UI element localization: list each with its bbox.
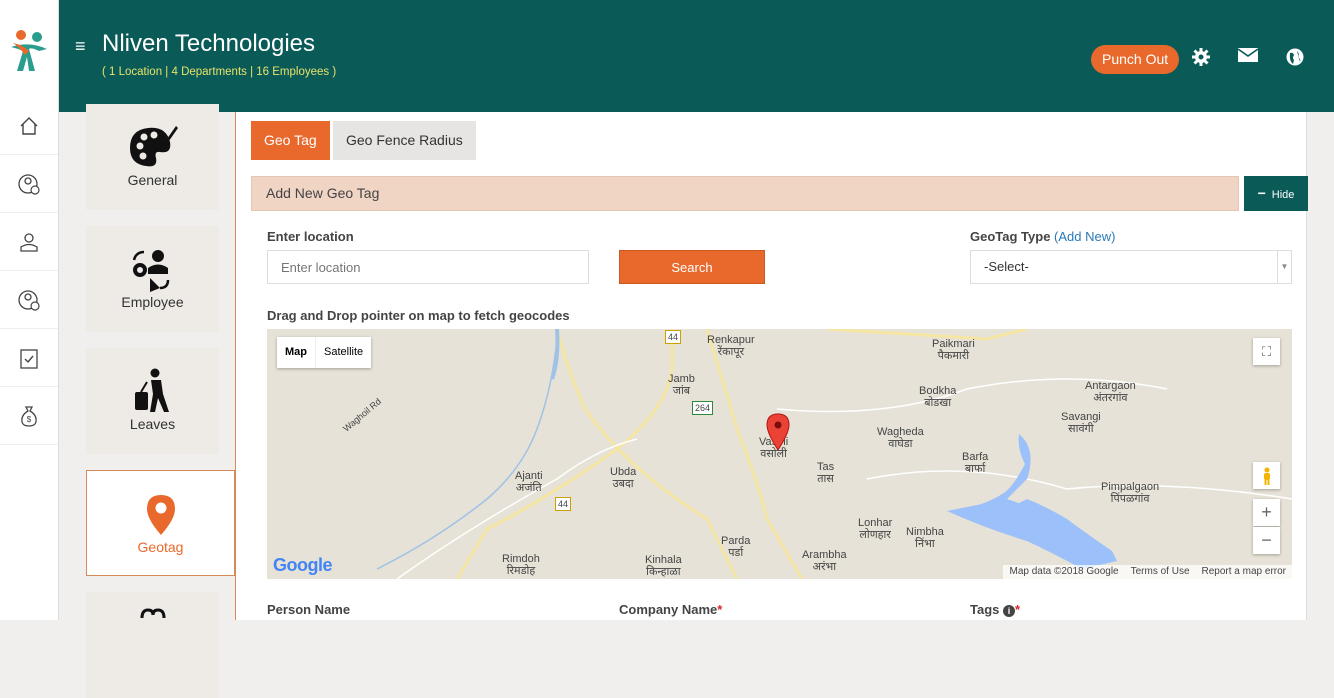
map-marker-pin-icon[interactable] — [766, 413, 790, 456]
geo-tag-panel: Geo Tag Geo Fence Radius Add New Geo Tag… — [235, 112, 1308, 620]
place-label: Ajanti अजंति — [515, 470, 543, 494]
user-clock-icon[interactable] — [0, 271, 58, 329]
location-input[interactable] — [267, 250, 589, 284]
money-bag-icon[interactable]: $ — [0, 387, 58, 445]
minus-icon: − — [1257, 185, 1266, 201]
clipboard-check-icon[interactable] — [0, 329, 58, 387]
geotag-type-select[interactable]: -Select- ▼ — [970, 250, 1292, 284]
employee-settings-icon — [86, 226, 219, 294]
terms-link[interactable]: Terms of Use — [1125, 565, 1196, 579]
hide-label: Hide — [1271, 189, 1295, 201]
fullscreen-icon[interactable]: ⛶ — [1253, 338, 1280, 365]
place-label: Tas तास — [817, 461, 835, 485]
nav-card-partial[interactable] — [86, 592, 219, 698]
drag-hint: Drag and Drop pointer on map to fetch ge… — [267, 308, 570, 323]
heart-icon — [86, 592, 219, 620]
place-label: Savangi सावंगी — [1061, 411, 1101, 435]
place-label: Wagheda वाघेडा — [877, 426, 924, 450]
google-logo: Google — [273, 555, 333, 575]
punch-out-button[interactable]: Punch Out — [1091, 45, 1180, 74]
place-label: Jamb जांब — [668, 373, 695, 397]
highway-shield: 264 — [692, 401, 714, 415]
nav-card-leaves[interactable]: Leaves — [86, 348, 219, 454]
user-check-icon[interactable] — [0, 155, 58, 213]
required-mark: * — [1015, 602, 1021, 617]
place-label: Antargaon अंतरगांव — [1085, 380, 1136, 404]
place-label: Rimdoh रिमडोह — [502, 553, 540, 577]
place-label: Paikmari पैकमारी — [932, 338, 975, 362]
home-icon[interactable] — [0, 97, 58, 155]
required-mark: * — [717, 602, 723, 617]
map-type-satellite-button[interactable]: Satellite — [315, 337, 371, 368]
hamburger-menu-icon[interactable]: ≡ — [75, 36, 86, 57]
map-pin-icon — [87, 471, 234, 539]
company-name-label: Company Name* — [619, 602, 722, 617]
company-summary: ( 1 Location | 4 Departments | 16 Employ… — [102, 66, 337, 78]
location-label: Enter location — [267, 229, 354, 244]
nav-card-label: Geotag — [137, 539, 184, 555]
traveler-icon — [86, 348, 219, 416]
zoom-out-button[interactable]: − — [1253, 527, 1280, 554]
search-button[interactable]: Search — [619, 250, 765, 284]
section-header: Add New Geo Tag — [251, 176, 1239, 211]
place-label: Nimbha निंभा — [906, 526, 944, 550]
geotag-type-label: GeoTag Type (Add New) — [970, 229, 1115, 244]
mail-icon[interactable] — [1237, 47, 1260, 69]
gear-icon[interactable] — [1191, 47, 1213, 69]
place-label: Barfa बार्फा — [962, 451, 989, 475]
app-logo[interactable] — [0, 0, 58, 97]
company-title: Nliven Technologies — [102, 30, 316, 57]
google-map[interactable]: Map Satellite ⛶ + − Renkapur रेंकापूर Pai… — [267, 329, 1292, 579]
nav-card-label: Employee — [121, 294, 184, 310]
icon-rail: $ — [0, 0, 59, 620]
nav-card-label: Leaves — [129, 416, 176, 432]
globe-icon[interactable] — [1285, 47, 1307, 69]
street-view-pegman-icon[interactable] — [1253, 462, 1280, 489]
place-label: Pimpalgaon पिंपळगांव — [1101, 481, 1160, 505]
place-label: Lonhar लोणहार — [858, 517, 893, 541]
palette-icon — [86, 104, 219, 172]
nav-card-geotag[interactable]: Geotag — [86, 470, 235, 576]
add-new-link[interactable]: (Add New) — [1054, 229, 1115, 244]
nav-card-label: General — [127, 172, 178, 188]
place-label: Renkapur रेंकापूर — [707, 334, 755, 358]
map-attribution: Map data ©2018 Google Terms of Use Repor… — [1003, 565, 1292, 579]
tags-text: Tags — [970, 602, 1000, 617]
person-name-label: Person Name — [267, 602, 351, 617]
app-logo-icon — [11, 29, 47, 71]
geotag-type-text: GeoTag Type — [970, 229, 1051, 244]
attribution-text: Map data ©2018 Google — [1009, 566, 1119, 577]
svg-text:$: $ — [27, 415, 32, 424]
settings-nav: General Employee Leaves Geotag — [72, 104, 235, 698]
nav-card-general[interactable]: General — [86, 104, 219, 210]
place-label: Parda पर्डा — [721, 535, 751, 559]
info-icon[interactable]: i — [1003, 605, 1016, 617]
zoom-in-button[interactable]: + — [1253, 499, 1280, 526]
tags-label: Tags i * — [970, 602, 1020, 617]
select-value: -Select- — [984, 259, 1029, 274]
place-label: Bodkha बोडखा — [919, 385, 957, 409]
tab-geo-tag[interactable]: Geo Tag — [251, 121, 330, 160]
highway-shield: 44 — [665, 330, 682, 344]
report-error-link[interactable]: Report a map error — [1196, 565, 1292, 579]
hide-button[interactable]: − Hide — [1244, 176, 1308, 211]
chevron-down-icon: ▼ — [1277, 251, 1291, 283]
highway-shield: 44 — [555, 497, 572, 511]
employee-icon[interactable] — [0, 213, 58, 271]
tab-geo-fence-radius[interactable]: Geo Fence Radius — [333, 121, 476, 160]
place-label: Arambha अरंभा — [802, 549, 847, 573]
company-name-text: Company Name — [619, 602, 718, 617]
place-label: Ubda उबदा — [610, 466, 637, 490]
place-label: Kinhala किन्हाळा — [645, 554, 682, 578]
map-type-map-button[interactable]: Map — [277, 337, 315, 368]
top-bar: ≡ Nliven Technologies ( 1 Location | 4 D… — [59, 0, 1334, 112]
map-type-control[interactable]: Map Satellite — [277, 337, 372, 368]
nav-card-employee[interactable]: Employee — [86, 226, 219, 332]
